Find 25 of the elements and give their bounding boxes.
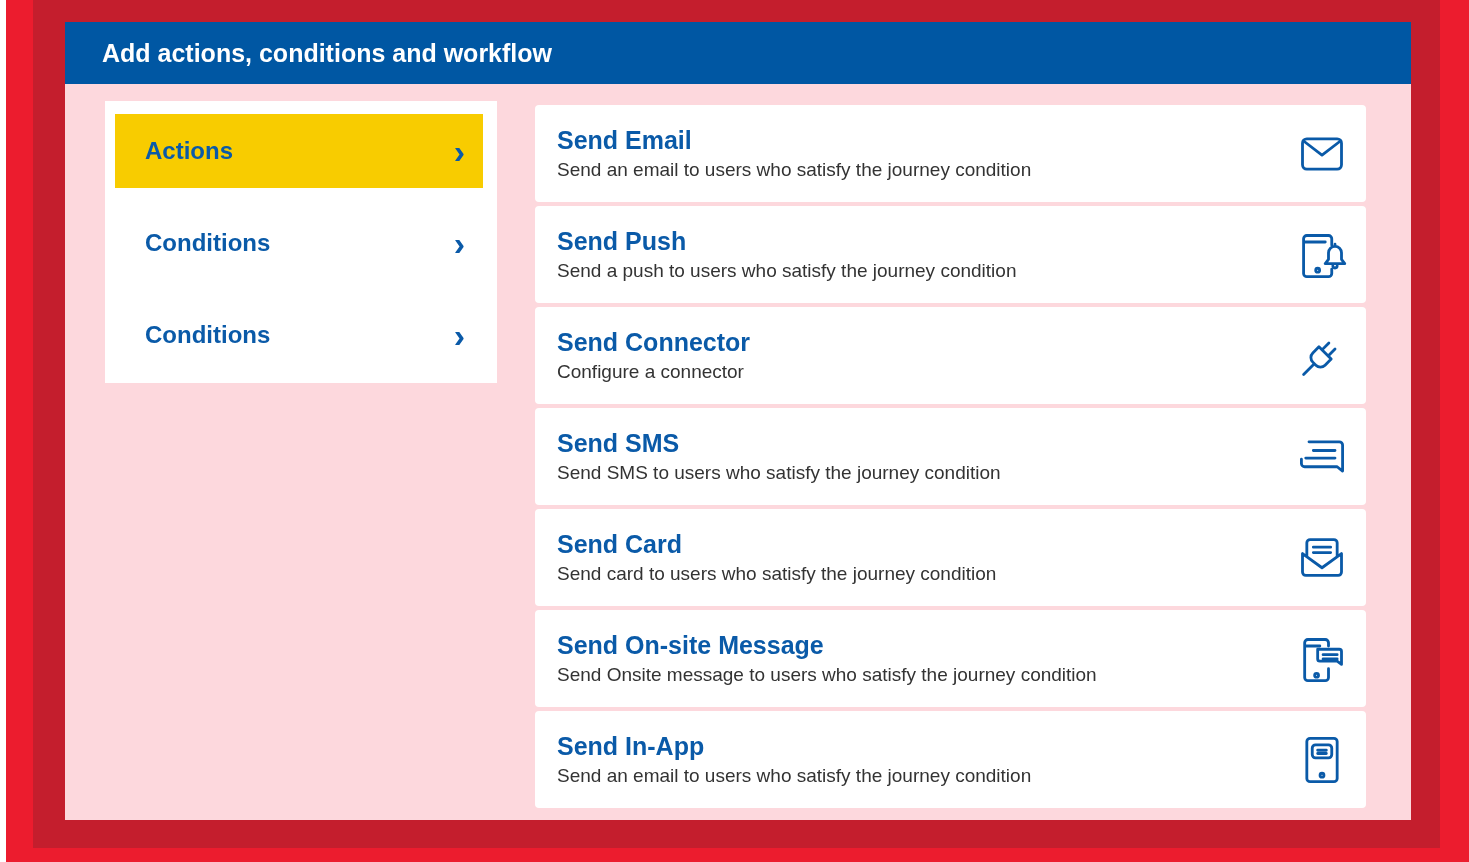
action-card[interactable]: Send Email Send an email to users who satisfy the journey condition [535,105,1366,202]
action-description: Configure a connector [557,361,745,383]
action-title: Send Card [557,530,684,559]
menu-item[interactable]: Conditions › [115,206,483,280]
action-card[interactable]: Send Connector Configure a connector [535,307,1366,404]
action-title: Send In-App [557,732,706,761]
action-card[interactable]: Send In-App Send an email to users who satisfy the journey condition [535,711,1366,808]
action-description: Send SMS to users who satisfy the journey condition [557,462,1001,484]
panel-title: Add actions, conditions and workflow [102,38,552,68]
action-description: Send Onsite message to users who satisfy the journey condition [557,664,1097,686]
action-description: Send a push to users who satisfy the journey condition [557,260,1017,282]
action-description: Send card to users who satisfy the journey condition [557,563,997,585]
menu-item[interactable]: Conditions › [115,298,483,372]
action-title: Send Push [557,227,688,256]
action-card[interactable]: Send Card Send card to users who satisfy the journey condition [535,509,1366,606]
action-title: Send SMS [557,429,681,458]
action-title: Send Email [557,126,693,155]
action-title: Send On-site Message [557,631,825,660]
action-description: Send an email to users who satisfy the journey condition [557,159,1032,181]
action-card[interactable]: Send On-site Message Send Onsite message to users who satisfy the journey condition [535,610,1366,707]
action-title: Send Connector [557,328,751,357]
action-card[interactable]: Send SMS Send SMS to users who satisfy the journey condition [535,408,1366,505]
menu-item[interactable]: Actions › [115,114,483,188]
action-description: Send an email to users who satisfy the journey condition [557,765,1032,787]
action-card[interactable]: Send Push Send a push to users who satisfy the journey condition [535,206,1366,303]
